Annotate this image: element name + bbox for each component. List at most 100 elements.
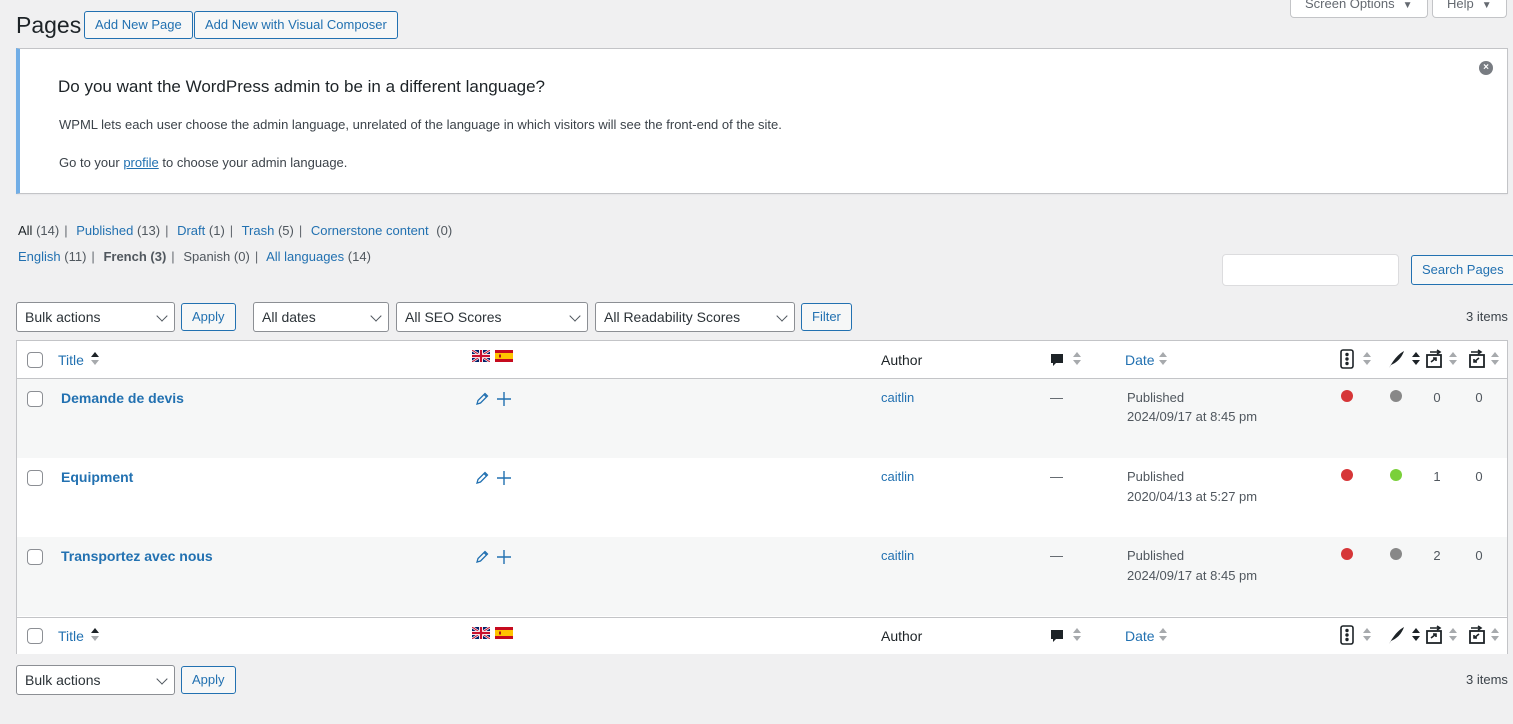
internal-links-icon[interactable] (1424, 349, 1444, 369)
select-all-checkbox[interactable] (27, 628, 43, 644)
pages-table: Title Author Date Demande de devis caitl… (16, 340, 1508, 654)
incoming-links-icon[interactable] (1467, 625, 1487, 645)
lang-english[interactable]: English (18, 249, 61, 264)
row-checkbox[interactable] (27, 549, 43, 565)
readability-score-dot (1390, 469, 1402, 481)
internal-links-icon[interactable] (1424, 625, 1444, 645)
uk-flag-icon (472, 350, 490, 362)
page-title: Pages (16, 12, 82, 38)
seo-score-dot (1341, 390, 1353, 402)
sort-icon[interactable] (91, 352, 99, 366)
row-title-link[interactable]: Transportez avec nous (61, 548, 213, 564)
sort-icon[interactable] (1412, 352, 1420, 366)
seo-score-dot (1341, 548, 1353, 560)
sort-icon[interactable] (1449, 352, 1457, 366)
filter-draft[interactable]: Draft (177, 223, 205, 238)
row-checkbox[interactable] (27, 470, 43, 486)
edit-pencil-icon[interactable] (474, 470, 490, 486)
readability-scores-select[interactable]: All Readability Scores (595, 302, 795, 332)
comments-count: — (1050, 548, 1063, 563)
column-title[interactable]: Title (58, 628, 84, 644)
column-date[interactable]: Date (1125, 628, 1155, 644)
row-title-link[interactable]: Demande de devis (61, 390, 184, 406)
column-date[interactable]: Date (1125, 352, 1155, 368)
sort-icon[interactable] (1449, 628, 1457, 642)
edit-pencil-icon[interactable] (474, 391, 490, 407)
chevron-down-icon (156, 310, 168, 322)
sort-icon[interactable] (1159, 352, 1167, 366)
filter-button[interactable]: Filter (801, 303, 852, 331)
notice-heading: Do you want the WordPress admin to be in… (58, 77, 546, 96)
post-date: 2020/04/13 at 5:27 pm (1127, 489, 1258, 504)
help-tab[interactable]: Help ▼ (1432, 0, 1507, 18)
sort-icon[interactable] (1073, 628, 1081, 642)
author-link[interactable]: caitlin (881, 469, 914, 484)
table-row: Equipment caitlin — Published 2020/04/13… (17, 458, 1507, 537)
notice-text: WPML lets each user choose the admin lan… (59, 117, 782, 132)
filter-cornerstone[interactable]: Cornerstone content (311, 223, 429, 238)
spain-flag-icon (495, 350, 513, 362)
select-all-checkbox[interactable] (27, 352, 43, 368)
sort-icon[interactable] (1073, 352, 1081, 366)
chevron-down-icon (569, 310, 581, 322)
table-row: Demande de devis caitlin — Published 202… (17, 379, 1507, 458)
edit-pencil-icon[interactable] (474, 549, 490, 565)
sort-icon[interactable] (1363, 628, 1371, 642)
lang-spanish: Spanish (183, 249, 231, 264)
caret-down-icon: ▼ (1481, 0, 1492, 11)
readability-icon[interactable] (1387, 625, 1405, 645)
incoming-links-icon[interactable] (1467, 349, 1487, 369)
filter-trash[interactable]: Trash (242, 223, 275, 238)
filter-published[interactable]: Published (76, 223, 133, 238)
seo-score-dot (1341, 469, 1353, 481)
author-link[interactable]: caitlin (881, 390, 914, 405)
search-pages-button[interactable]: Search Pages (1411, 255, 1513, 285)
sort-icon[interactable] (1491, 628, 1499, 642)
lang-french[interactable]: French (103, 249, 146, 264)
bulk-actions-select-bottom[interactable]: Bulk actions (16, 665, 175, 695)
apply-button-bottom[interactable]: Apply (181, 666, 236, 694)
dismiss-icon[interactable]: × (1479, 61, 1493, 75)
author-link[interactable]: caitlin (881, 548, 914, 563)
screen-options-tab[interactable]: Screen Options ▼ (1290, 0, 1428, 18)
readability-score-dot (1390, 390, 1402, 402)
chevron-down-icon (370, 310, 382, 322)
sort-icon[interactable] (1159, 628, 1167, 642)
sort-icon[interactable] (1491, 352, 1499, 366)
table-row: Transportez avec nous caitlin — Publishe… (17, 537, 1507, 616)
search-input[interactable] (1222, 254, 1399, 286)
comments-count: — (1050, 469, 1063, 484)
dates-select[interactable]: All dates (253, 302, 389, 332)
internal-links-count: 0 (1433, 390, 1441, 405)
add-translation-icon[interactable] (495, 469, 513, 487)
items-count: 3 items (1466, 309, 1508, 324)
filter-all[interactable]: All (18, 223, 32, 238)
add-translation-icon[interactable] (495, 548, 513, 566)
sort-icon[interactable] (91, 628, 99, 642)
column-title[interactable]: Title (58, 352, 84, 368)
chevron-down-icon (776, 310, 788, 322)
readability-icon[interactable] (1387, 349, 1405, 369)
sort-icon[interactable] (1412, 628, 1420, 642)
row-checkbox[interactable] (27, 391, 43, 407)
add-new-page-button[interactable]: Add New Page (84, 11, 193, 39)
post-status: Published (1127, 469, 1185, 484)
comments-icon[interactable] (1049, 628, 1065, 644)
incoming-links-count: 0 (1475, 548, 1483, 563)
language-notice: Do you want the WordPress admin to be in… (16, 48, 1508, 194)
sort-icon[interactable] (1363, 352, 1371, 366)
profile-link[interactable]: profile (123, 155, 158, 170)
seo-scores-select[interactable]: All SEO Scores (396, 302, 588, 332)
row-title-link[interactable]: Equipment (61, 469, 133, 485)
add-translation-icon[interactable] (495, 390, 513, 408)
lang-all[interactable]: All languages (266, 249, 344, 264)
add-new-visual-composer-button[interactable]: Add New with Visual Composer (194, 11, 398, 39)
chevron-down-icon (156, 673, 168, 685)
status-filters: All (14) | Published (13) | Draft (1) | Tra… (18, 223, 453, 238)
comments-icon[interactable] (1049, 352, 1065, 368)
column-author: Author (881, 352, 923, 368)
bulk-actions-select[interactable]: Bulk actions (16, 302, 175, 332)
seo-score-icon[interactable] (1339, 349, 1355, 369)
seo-score-icon[interactable] (1339, 625, 1355, 645)
apply-button[interactable]: Apply (181, 303, 236, 331)
